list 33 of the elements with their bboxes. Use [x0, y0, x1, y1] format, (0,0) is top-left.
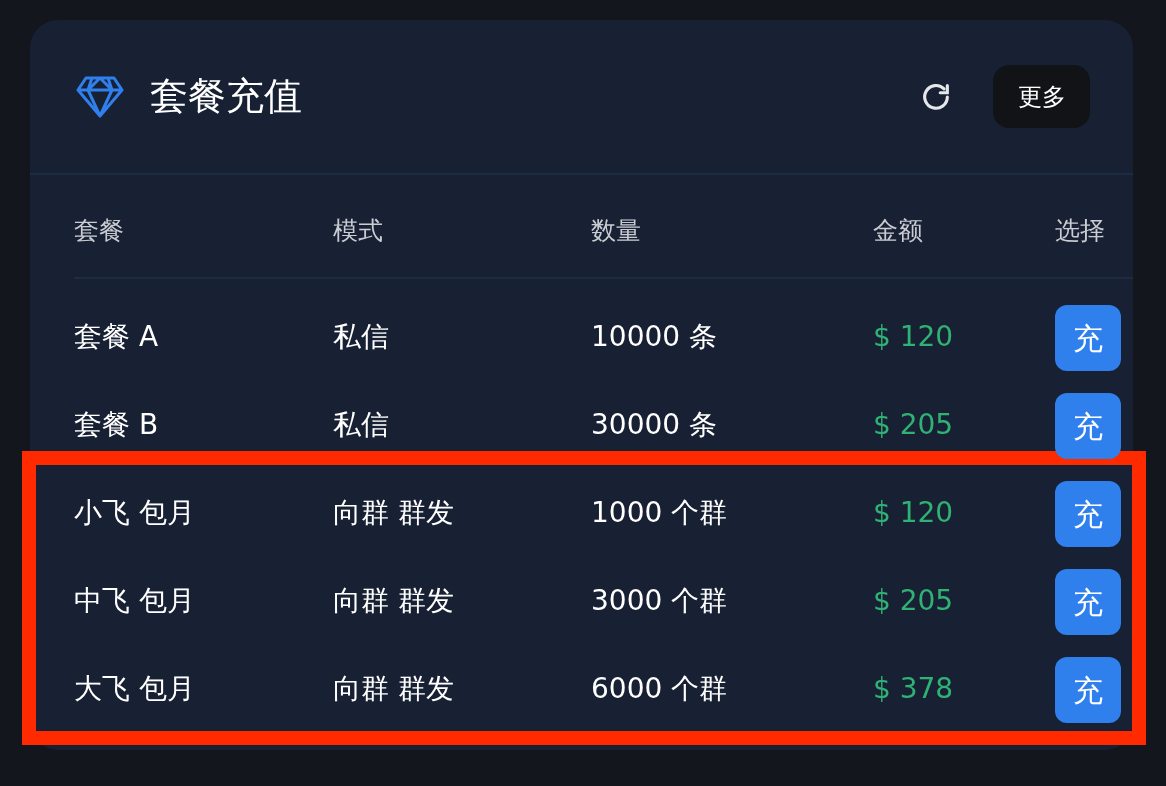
quantity-text: 6000 个群 [591, 671, 729, 707]
amount-text: $ 378 [873, 671, 955, 707]
more-button[interactable]: 更多 [993, 65, 1090, 128]
amount-text: $ 205 [873, 407, 955, 443]
quantity-text: 30000 条 [591, 407, 718, 443]
mode-text: 向群 群发 [333, 583, 455, 619]
column-header: 选择 [1055, 215, 1106, 248]
mode-text: 私信 [333, 319, 390, 355]
quantity-text: 10000 条 [591, 319, 718, 355]
quantity-text: 3000 个群 [591, 583, 729, 619]
column-header: 数量 [591, 215, 642, 248]
package-name: 套餐 A [74, 319, 160, 355]
column-header: 模式 [333, 215, 384, 248]
amount-text: $ 120 [873, 319, 955, 355]
column-header: 套餐 [74, 215, 125, 248]
recharge-button[interactable]: 充 [1055, 305, 1121, 371]
quantity-text: 1000 个群 [591, 495, 729, 531]
amount-text: $ 120 [873, 495, 955, 531]
package-name: 大飞 包月 [74, 671, 196, 707]
recharge-button[interactable]: 充 [1055, 657, 1121, 723]
recharge-button[interactable]: 充 [1055, 481, 1121, 547]
mode-text: 向群 群发 [333, 495, 455, 531]
column-header: 金额 [873, 215, 924, 248]
page-title: 套餐充值 [150, 73, 302, 120]
mode-text: 向群 群发 [333, 671, 455, 707]
package-name: 小飞 包月 [74, 495, 196, 531]
package-name: 中飞 包月 [74, 583, 196, 619]
diamond-icon [76, 75, 124, 118]
mode-text: 私信 [333, 407, 390, 443]
package-name: 套餐 B [74, 407, 160, 443]
recharge-button[interactable]: 充 [1055, 569, 1121, 635]
amount-text: $ 205 [873, 583, 955, 619]
recharge-button[interactable]: 充 [1055, 393, 1121, 459]
